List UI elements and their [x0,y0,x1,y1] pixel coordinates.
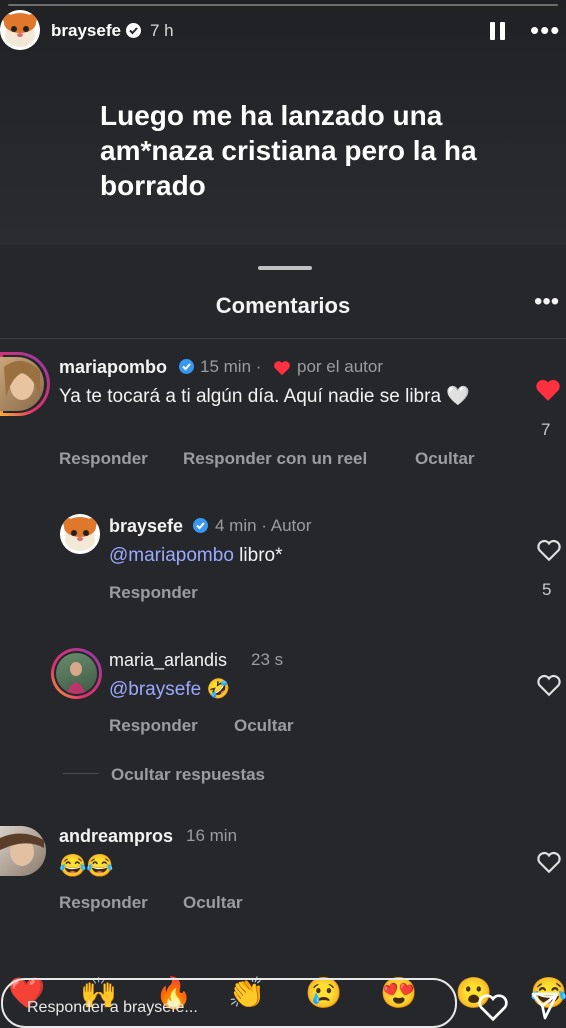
header-divider [0,338,566,339]
liked-by-author-label: por el autor [297,357,383,376]
reply-button[interactable]: Responder [109,583,198,603]
verified-icon [179,359,194,374]
hide-replies-button[interactable]: Ocultar respuestas [111,765,265,785]
send-icon[interactable] [528,990,562,1022]
reply-placeholder: Responder a braysefe... [27,999,198,1016]
hide-replies-line [63,773,99,774]
story-text: Luego me ha lanzado una am*naza cristian… [100,100,477,201]
hamster-avatar-icon [0,10,40,50]
comment-time-text: 15 min [200,357,252,376]
heart-outline-icon[interactable] [536,850,562,874]
heart-outline-icon[interactable] [536,673,562,697]
comment-text: Ya te tocará a ti algún día. Aquí nadie … [59,386,470,407]
story-username[interactable]: braysefe [51,21,141,41]
sheet-more-icon[interactable]: ••• [534,290,559,314]
hide-button[interactable]: Ocultar [415,449,475,469]
heart-filled-icon[interactable] [535,378,561,402]
story-more-icon[interactable]: ••• [530,17,560,43]
reply-button[interactable]: Responder [109,716,198,736]
avatar[interactable] [60,514,100,554]
reply-button[interactable]: Responder [59,449,148,469]
comment-username[interactable]: andreampros [59,826,173,847]
hide-button[interactable]: Ocultar [234,716,294,736]
comment-time: 23 s [251,650,284,669]
comment-time: 4 min [215,516,257,535]
comment-time: 16 min [186,826,238,845]
reply-bar: Responder a braysefe... [0,978,566,1028]
author-badge: Autor [270,516,312,535]
comment-username[interactable]: braysefe [109,516,183,537]
comment-text: @mariapombo libro* [109,543,282,569]
story-header: braysefe 7 h ••• [0,10,566,52]
like-count: 5 [542,580,552,599]
comment-text: @braysefe 🤣 [109,677,230,703]
story-avatar[interactable] [0,10,40,50]
heart-outline-icon[interactable] [536,538,562,562]
story-area: braysefe 7 h ••• Luego me ha lanzado una… [0,0,566,245]
comments-title: Comentarios [215,293,351,318]
hamster-avatar-icon [60,514,100,554]
pause-icon[interactable] [490,22,506,40]
story-username-text: braysefe [51,21,121,40]
comment-username[interactable]: maria_arlandis [109,650,227,671]
comment-text-body: 🤣 [201,679,231,700]
avatar[interactable] [56,653,97,694]
hide-button[interactable]: Ocultar [183,893,243,913]
verified-icon [125,23,141,38]
comment-username[interactable]: mariapombo [59,357,167,378]
comment-time-and-badge: 4 min · Autor [215,516,312,535]
mention-link[interactable]: @braysefe [109,679,201,700]
comment-time: 15 min · [200,357,262,376]
heart-outline-icon[interactable] [476,992,510,1022]
liked-by-author-heart-icon [274,361,290,376]
verified-icon [193,518,208,533]
story-time: 7 h [150,21,174,40]
reply-with-reel-button[interactable]: Responder con un reel [183,449,367,469]
reply-button[interactable]: Responder [59,893,148,913]
like-count: 7 [541,420,551,439]
story-progress-bar [8,4,558,6]
mention-link[interactable]: @mariapombo [109,545,234,566]
comment-text-body: libro* [233,545,283,566]
comment-text: 😂😂 [59,853,114,878]
drag-handle[interactable] [258,266,312,270]
